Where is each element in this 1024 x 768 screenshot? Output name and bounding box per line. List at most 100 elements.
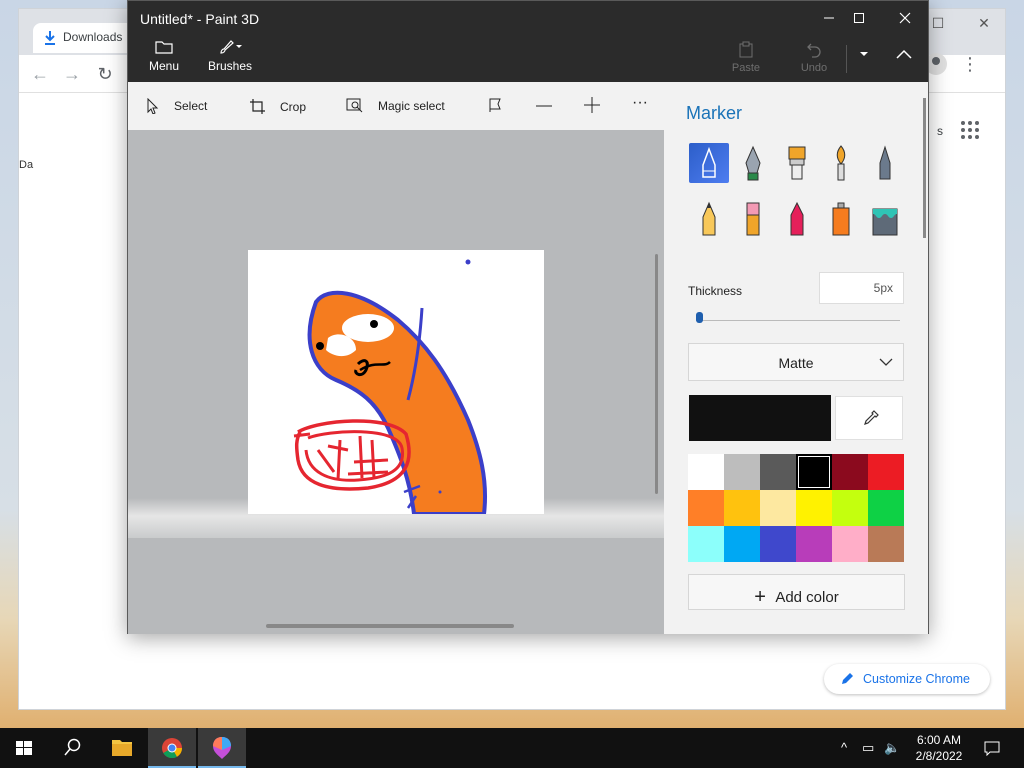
chrome-close-button[interactable]: ✕: [969, 15, 999, 32]
undo-label: Undo: [800, 62, 828, 74]
color-swatch[interactable]: [832, 490, 868, 526]
thickness-slider-knob[interactable]: [696, 312, 703, 323]
finish-dropdown[interactable]: Matte: [688, 343, 904, 381]
thickness-slider-track[interactable]: [696, 320, 900, 321]
zoom-out-icon[interactable]: [536, 105, 552, 107]
fill-bucket-button[interactable]: [865, 199, 905, 239]
canvas-area[interactable]: [128, 130, 664, 634]
maximize-button[interactable]: [836, 5, 882, 31]
chrome-taskbar-button[interactable]: [148, 728, 196, 768]
fill-bucket-icon: [872, 208, 898, 236]
magic-select-icon: [346, 98, 363, 113]
clock-time: 6:00 AM: [916, 733, 962, 747]
marker-icon: [702, 146, 716, 178]
color-swatch[interactable]: [832, 454, 868, 490]
eyedropper-button[interactable]: [835, 396, 903, 440]
flag-icon[interactable]: [488, 97, 504, 113]
calligraphy-pen-icon: [745, 145, 761, 181]
pencil-button[interactable]: [689, 199, 729, 239]
pencil-icon: [842, 673, 853, 684]
windows-icon: [16, 741, 32, 755]
select-label: Select: [174, 99, 208, 113]
close-button[interactable]: [882, 5, 928, 31]
oil-brush-icon: [788, 146, 806, 180]
more-chevron-button[interactable]: [844, 49, 884, 61]
color-swatch[interactable]: [868, 526, 904, 562]
spray-can-button[interactable]: [821, 199, 861, 239]
undo-icon: [807, 43, 821, 58]
color-swatch[interactable]: [796, 454, 832, 490]
drawing-canvas[interactable]: [248, 250, 544, 516]
chrome-menu-icon[interactable]: ⋮: [960, 52, 980, 76]
color-swatch[interactable]: [832, 526, 868, 562]
clock[interactable]: 6:00 AM 2/8/2022: [904, 732, 974, 764]
oil-brush-button[interactable]: [777, 143, 817, 183]
customize-chrome-button[interactable]: Customize Chrome: [824, 664, 990, 694]
panel-scrollbar[interactable]: [923, 98, 926, 238]
color-swatch[interactable]: [868, 490, 904, 526]
zoom-in-icon[interactable]: [584, 97, 600, 113]
color-swatch[interactable]: [688, 526, 724, 562]
magic-select-label: Magic select: [378, 99, 445, 113]
network-icon[interactable]: ▭: [862, 740, 874, 756]
crop-tool[interactable]: Crop: [249, 98, 306, 115]
paint3d-icon: [213, 737, 231, 759]
reload-icon[interactable]: ↻: [94, 63, 116, 85]
menu-button[interactable]: Menu: [144, 39, 184, 73]
panel-title: Marker: [686, 103, 743, 123]
cursor-icon: [147, 98, 159, 114]
color-swatch[interactable]: [724, 454, 760, 490]
color-swatch[interactable]: [688, 454, 724, 490]
color-swatch[interactable]: [688, 490, 724, 526]
crop-label: Crop: [280, 99, 307, 114]
color-swatch[interactable]: [724, 490, 760, 526]
color-swatch[interactable]: [724, 526, 760, 562]
color-swatch[interactable]: [760, 454, 796, 490]
brush-panel: Marker Thickness 5px Matte + Add color: [664, 82, 928, 634]
file-explorer-button[interactable]: [98, 728, 146, 768]
chevron-up-icon: [896, 49, 912, 59]
back-icon[interactable]: ←: [29, 63, 51, 85]
color-swatch[interactable]: [868, 454, 904, 490]
notifications-icon[interactable]: [984, 740, 1000, 759]
color-swatch[interactable]: [796, 526, 832, 562]
paste-label: Paste: [731, 62, 761, 74]
volume-icon[interactable]: 🔈: [884, 740, 900, 756]
download-icon: [45, 31, 55, 45]
chrome-icon: [162, 738, 183, 759]
canvas-vertical-scrollbar[interactable]: [655, 254, 658, 494]
more-options-icon[interactable]: ···: [632, 94, 648, 112]
paste-icon: [739, 41, 753, 58]
magic-select-tool[interactable]: Magic select: [346, 98, 445, 114]
tool-row: Select Crop Magic select ···: [128, 82, 664, 130]
collapse-toolbar-button[interactable]: [884, 49, 924, 62]
eyedropper-icon: [864, 410, 879, 425]
color-swatch[interactable]: [760, 526, 796, 562]
calligraphy-pen-button[interactable]: [733, 143, 773, 183]
canvas-horizontal-scrollbar[interactable]: [266, 624, 514, 628]
paint3d-titlebar: Untitled* - Paint 3D Menu Brushes Paste …: [128, 1, 928, 82]
brushes-button[interactable]: Brushes: [206, 39, 254, 73]
crayon-button[interactable]: [777, 199, 817, 239]
paste-button[interactable]: Paste: [726, 41, 766, 74]
search-button[interactable]: [48, 728, 96, 768]
apps-grid-icon[interactable]: [961, 121, 983, 143]
watercolor-button[interactable]: [821, 143, 861, 183]
add-color-button[interactable]: + Add color: [688, 574, 905, 610]
forward-icon[interactable]: →: [61, 63, 83, 85]
taskbar: ^ ▭ 🔈 6:00 AM 2/8/2022: [0, 728, 1024, 768]
current-color-swatch[interactable]: [689, 395, 831, 441]
select-tool[interactable]: Select: [146, 98, 207, 114]
thickness-input[interactable]: 5px: [819, 272, 904, 304]
chrome-tab-label: Downloads: [63, 30, 123, 44]
marker-brush-button[interactable]: [689, 143, 729, 183]
color-swatch[interactable]: [760, 490, 796, 526]
pixel-pen-button[interactable]: [865, 143, 905, 183]
start-button[interactable]: [0, 728, 48, 768]
eraser-button[interactable]: [733, 199, 773, 239]
show-hidden-icons-button[interactable]: ^: [841, 740, 847, 755]
folder-icon: [112, 740, 132, 756]
paint3d-taskbar-button[interactable]: [198, 728, 246, 768]
color-swatch[interactable]: [796, 490, 832, 526]
undo-button[interactable]: Undo: [794, 41, 834, 74]
